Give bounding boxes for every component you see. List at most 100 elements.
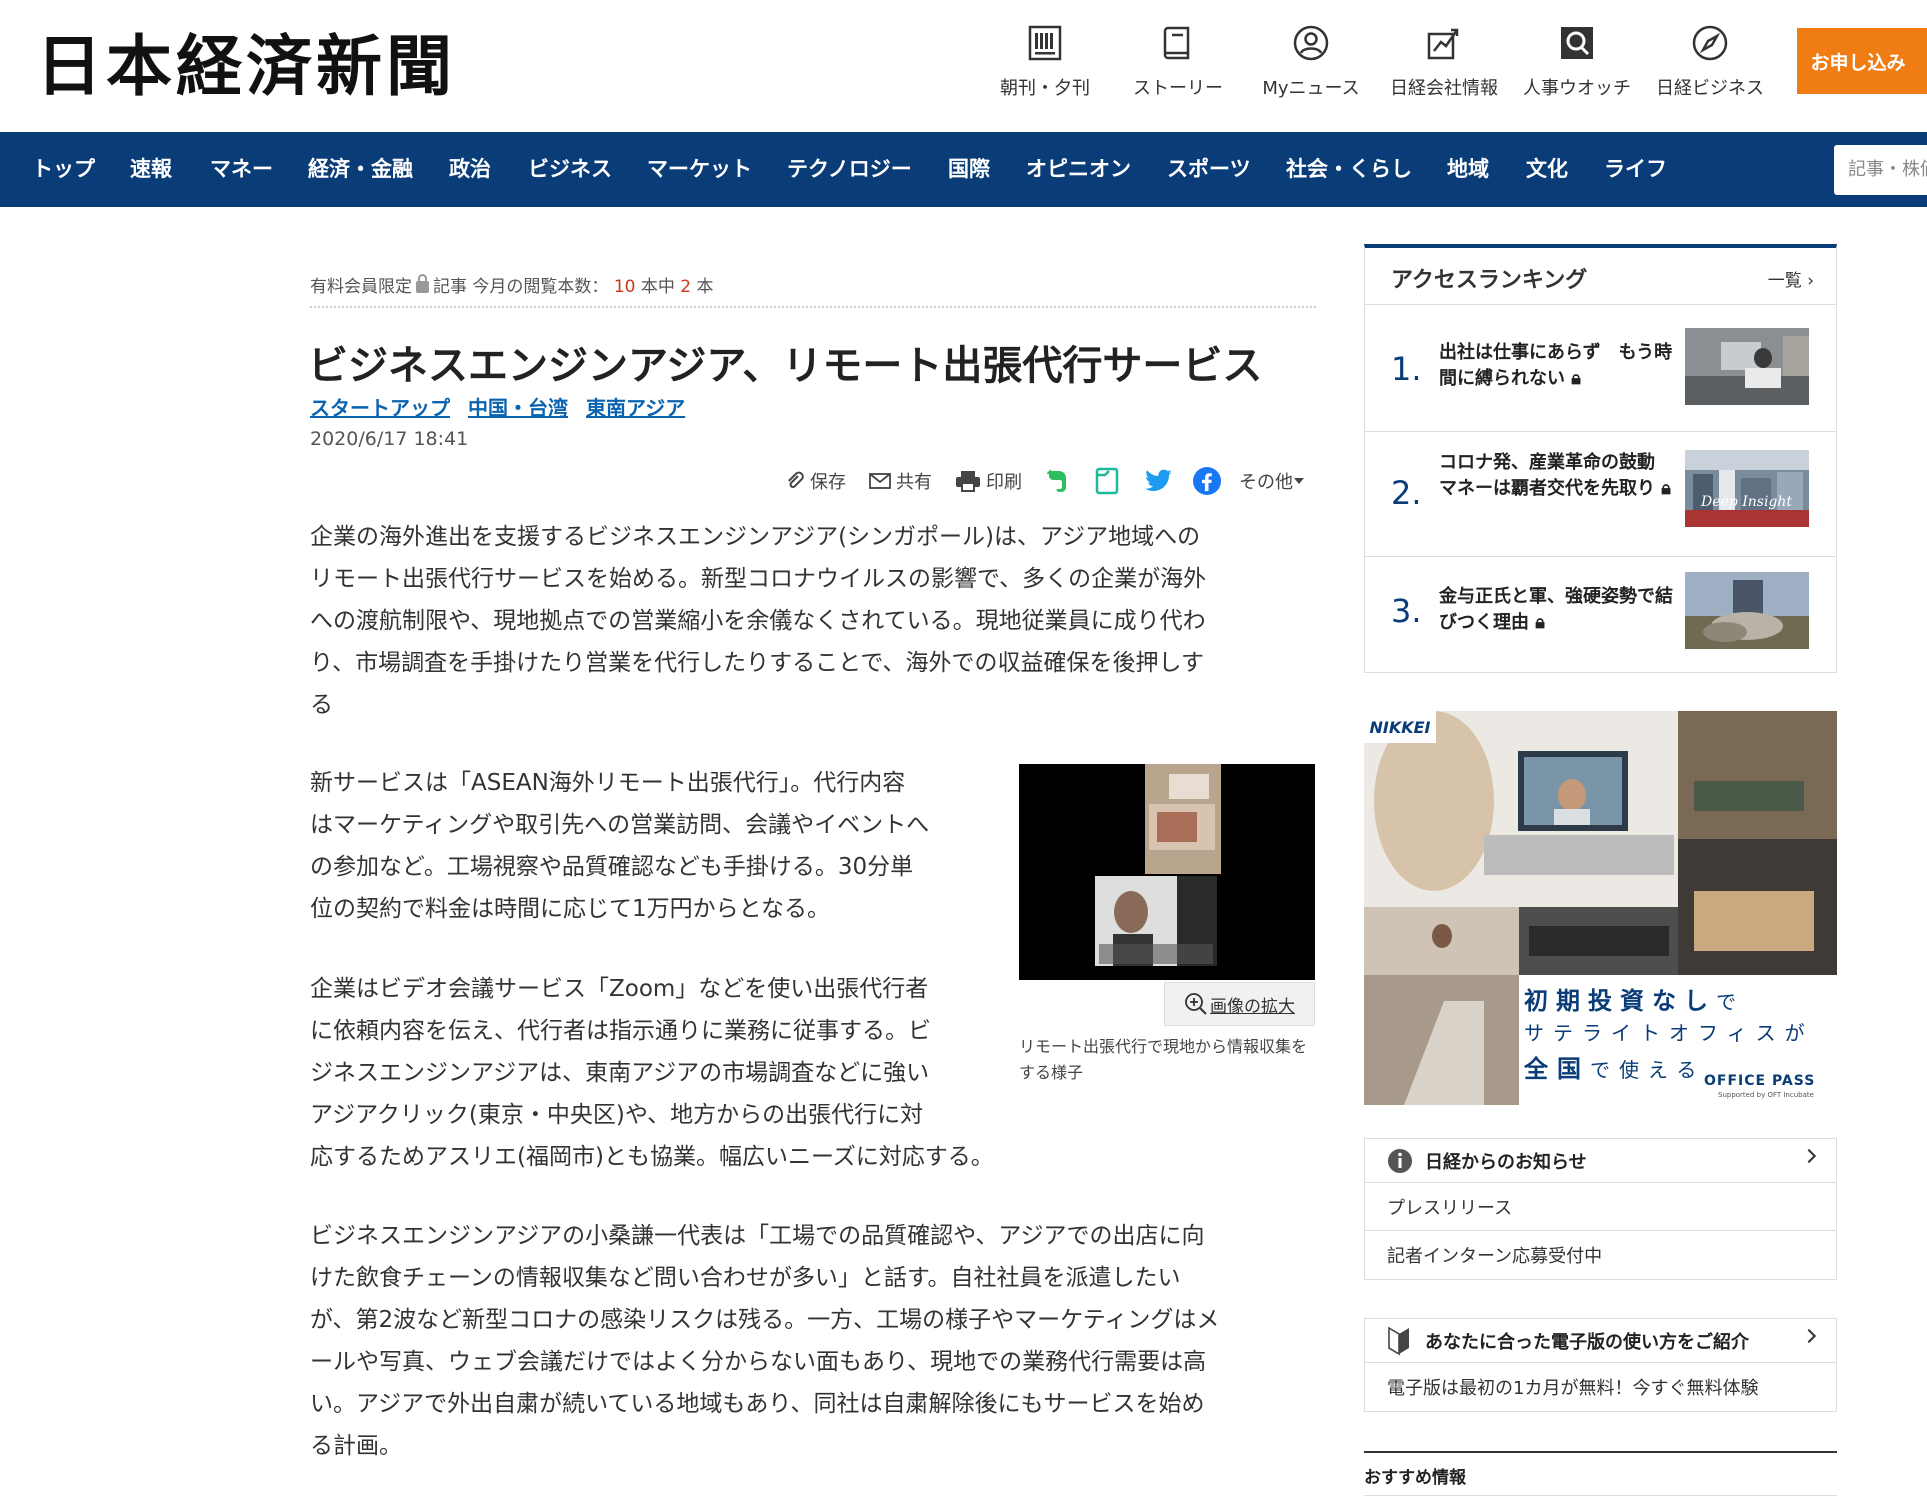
deep-insight-badge: Deep Insight — [1701, 494, 1793, 510]
nav-item-breaking[interactable]: 速報 — [130, 132, 172, 207]
twitter-button[interactable] — [1144, 466, 1174, 496]
nav-item-technology[interactable]: テクノロジー — [787, 132, 912, 207]
ranking-item-title: コロナ発、産業革命の鼓動 マネーは覇者交代を先取り — [1439, 452, 1673, 499]
text-line: る — [310, 692, 333, 718]
header-nav-nikkei-business[interactable]: 日経ビジネス — [1651, 24, 1769, 100]
text-line: ビジネスエンジンアジアの小桑謙一代表は「工場での品質確認や、アジアでの出店に向 — [310, 1223, 1205, 1249]
user-circle-icon — [1293, 25, 1329, 61]
article-image[interactable] — [1019, 764, 1315, 980]
evernote-button[interactable] — [1044, 466, 1070, 496]
ranking-item-link[interactable]: 出社は仕事にあらず もう時間に縛られない 🔒︎ — [1439, 340, 1679, 392]
header-nav-story[interactable]: ストーリー — [1119, 24, 1237, 100]
search-person-icon — [1561, 27, 1593, 59]
header-nav-morning-evening[interactable]: 朝刊・夕刊 — [986, 24, 1104, 100]
explosion-photo — [1685, 572, 1809, 649]
text-line: の参加など。工場視察や品質確認なども手掛ける。30分単 — [310, 854, 914, 880]
ranking-item-link[interactable]: コロナ発、産業革命の鼓動 マネーは覇者交代を先取り 🔒︎ — [1439, 450, 1679, 502]
info-icon — [1388, 1148, 1412, 1173]
search-input[interactable]: 記事・株価 — [1834, 145, 1927, 195]
save-label: 保存 — [810, 472, 846, 493]
nav-item-market[interactable]: マーケット — [647, 132, 752, 207]
ranking-thumbnail[interactable] — [1685, 328, 1809, 405]
article-paragraph: 企業の海外進出を支援するビジネスエンジンアジア(シンガポール)は、アジア地域への… — [310, 516, 1206, 726]
nav-item-top[interactable]: トップ — [32, 132, 95, 207]
digital-guide-header[interactable]: あなたに合った電子版の使い方をご紹介 — [1365, 1319, 1836, 1363]
facebook-button[interactable] — [1192, 466, 1222, 496]
nav-item-sports[interactable]: スポーツ — [1167, 132, 1251, 207]
header-nav-mynews[interactable]: Myニュース — [1252, 24, 1370, 100]
nav-item-opinion[interactable]: オピニオン — [1026, 132, 1131, 207]
text-line: アジアクリック(東京・中央区)や、地方からの出張代行に対 — [310, 1102, 924, 1128]
nav-item-international[interactable]: 国際 — [948, 132, 990, 207]
rank-number: 1. — [1391, 350, 1422, 388]
header-nav-company-info[interactable]: 日経会社情報 — [1385, 24, 1503, 100]
ranking-thumbnail[interactable]: Deep Insight — [1685, 450, 1809, 527]
notices-header[interactable]: 日経からのお知らせ — [1365, 1139, 1836, 1183]
nav-item-economy[interactable]: 経済・金融 — [308, 132, 413, 207]
ranking-item-link[interactable]: 金与正氏と軍、強硬姿勢で結びつく理由 🔒︎ — [1439, 584, 1679, 636]
compass-icon — [1692, 25, 1728, 61]
text-line: 位の契約で料金は時間に応じて1万円からとなる。 — [310, 896, 830, 922]
evernote-icon — [1047, 469, 1066, 492]
nav-item-region[interactable]: 地域 — [1447, 132, 1489, 207]
lock-icon: 🔒︎ — [1661, 478, 1671, 499]
recommend-title: おすすめ情報 — [1364, 1468, 1466, 1488]
category-nav: トップ 速報 マネー 経済・金融 政治 ビジネス マーケット テクノロジー 国際… — [0, 132, 1927, 207]
facebook-icon — [1193, 467, 1221, 495]
book-icon — [1163, 26, 1190, 60]
bookmark-service-button[interactable] — [1094, 466, 1120, 496]
nav-item-society[interactable]: 社会・くらし — [1286, 132, 1412, 207]
paperclip-icon — [788, 471, 804, 488]
advertisement-banner[interactable]: NIKKEI 初期投資なしで サテライトオフィスが 全国で使える OFFICE … — [1364, 711, 1837, 1105]
digital-edition-guide: あなたに合った電子版の使い方をご紹介 電子版は最初の1カ月が無料！今すぐ無料体験 — [1364, 1318, 1837, 1412]
nav-item-life[interactable]: ライフ — [1604, 132, 1667, 207]
nikkei-logo[interactable]: 日本経済新聞 — [36, 26, 456, 106]
article-paragraph: 企業はビデオ会議サービス「Zoom」などを使い出張代行者 に依頼内容を伝え、代行… — [310, 968, 994, 1178]
share-button[interactable]: 共有 — [868, 466, 932, 496]
view-count-middle: 本中 — [640, 277, 675, 297]
more-share-button[interactable]: その他 — [1239, 466, 1305, 496]
article-paragraph: ビジネスエンジンアジアの小桑謙一代表は「工場での品質確認や、アジアでの出店に向 … — [310, 1215, 1219, 1467]
nav-item-money[interactable]: マネー — [210, 132, 273, 207]
text-line: 企業の海外進出を支援するビジネスエンジンアジア(シンガポール)は、アジア地域への — [310, 524, 1201, 550]
nav-item-culture[interactable]: 文化 — [1526, 132, 1568, 207]
notice-item[interactable]: プレスリリース — [1365, 1183, 1836, 1231]
header-nav-personnel-watch[interactable]: 人事ウオッチ — [1518, 24, 1636, 100]
save-button[interactable]: 保存 — [784, 466, 846, 496]
chevron-right-icon — [1801, 1328, 1817, 1344]
lock-icon: 🔒︎ — [1571, 368, 1581, 389]
ad-headline-1-particle: で — [1716, 990, 1744, 1014]
print-button[interactable]: 印刷 — [954, 466, 1022, 496]
topic-link-southeast-asia[interactable]: 東南アジア — [586, 392, 685, 421]
header-nav-label: 朝刊・夕刊 — [1000, 78, 1090, 99]
header-nav-label: ストーリー — [1133, 78, 1223, 99]
article-access-meta: 有料会員限定 記事 今月の閲覧本数： 10 本中 2 本 — [310, 272, 714, 297]
image-caption: リモート出張代行で現地から情報収集をする様子 — [1019, 1037, 1308, 1082]
text-line: ジネスエンジンアジアは、東南アジアの市場調査などに強い — [310, 1060, 930, 1086]
view-count-suffix: 本 — [696, 277, 714, 297]
header-nav-label: 日経ビジネス — [1656, 78, 1764, 99]
ranking-thumbnail[interactable] — [1685, 572, 1809, 649]
free-trial-link[interactable]: 電子版は最初の1カ月が無料！今すぐ無料体験 — [1365, 1363, 1836, 1411]
image-zoom-button[interactable]: 画像の拡大 — [1164, 982, 1315, 1026]
nav-item-business[interactable]: ビジネス — [528, 132, 612, 207]
article-date: 2020/6/17 18:41 — [310, 428, 469, 450]
ranking-more-label: 一覧 — [1767, 271, 1802, 291]
ad-headline-2: サテライトオフィスが — [1524, 1017, 1814, 1046]
topic-link-startup[interactable]: スタートアップ — [310, 392, 450, 421]
article-label: 記事 — [433, 277, 467, 297]
text-line: る計画。 — [310, 1433, 402, 1459]
text-line: り、市場調査を手掛けたり営業を代行したりすることで、海外での収益確保を後押しす — [310, 650, 1205, 676]
chevron-right-icon: › — [1807, 271, 1814, 291]
notice-item[interactable]: 記者インターン応募受付中 — [1365, 1231, 1836, 1279]
nav-item-politics[interactable]: 政治 — [449, 132, 491, 207]
apply-button[interactable]: お申し込み — [1797, 28, 1927, 94]
rank-number: 2. — [1391, 474, 1422, 512]
topic-link-china-taiwan[interactable]: 中国・台湾 — [468, 392, 568, 421]
article-title: ビジネスエンジンアジア、リモート出張代行サービス — [308, 343, 1263, 389]
zoom-in-icon — [1185, 993, 1207, 1015]
twitter-icon — [1145, 469, 1172, 492]
ad-headline-2-particle: が — [1784, 1021, 1814, 1045]
ranking-more-link[interactable]: 一覧 › — [1768, 266, 1814, 291]
text-line: への渡航制限や、現地拠点での営業縮小を余儀なくされている。現地従業員に成り代わ — [310, 608, 1206, 634]
